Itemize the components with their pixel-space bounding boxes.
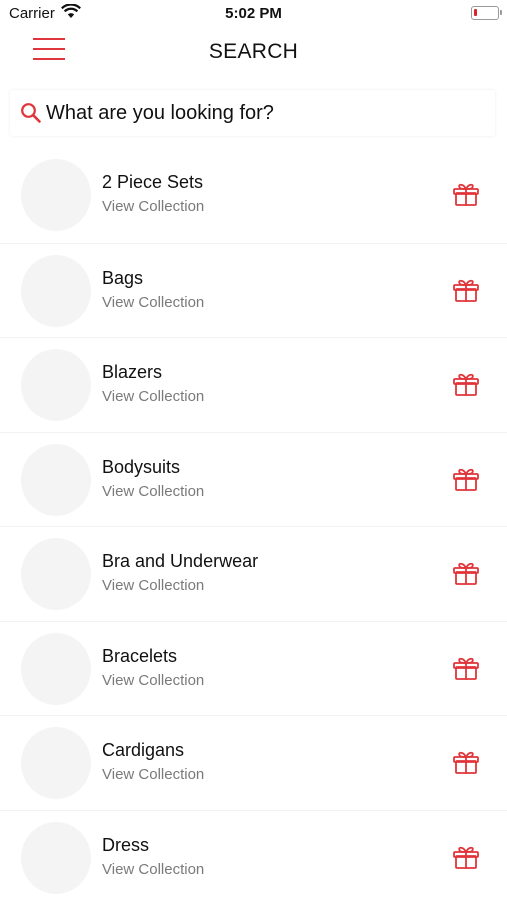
collection-list: 2 Piece Sets View Collection Bags View C… [0, 148, 507, 904]
collection-thumbnail [21, 538, 91, 610]
gift-box-icon[interactable] [452, 749, 480, 775]
search-bar[interactable] [10, 90, 495, 136]
collection-thumbnail [21, 159, 91, 231]
gift-box-icon[interactable] [452, 181, 480, 207]
collection-subtitle: View Collection [102, 672, 204, 689]
search-icon [20, 102, 42, 129]
collection-row[interactable]: Bracelets View Collection [0, 621, 507, 716]
collection-subtitle: View Collection [102, 294, 204, 311]
collection-name: Bra and Underwear [102, 551, 258, 572]
collection-name: Cardigans [102, 740, 184, 761]
collection-subtitle: View Collection [102, 766, 204, 783]
collection-row[interactable]: 2 Piece Sets View Collection [0, 148, 507, 243]
gift-box-icon[interactable] [452, 844, 480, 870]
collection-name: Blazers [102, 362, 162, 383]
collection-row[interactable]: Bags View Collection [0, 243, 507, 338]
collection-subtitle: View Collection [102, 198, 204, 215]
collection-name: Bracelets [102, 646, 177, 667]
collection-subtitle: View Collection [102, 861, 204, 878]
gift-box-icon[interactable] [452, 655, 480, 681]
collection-subtitle: View Collection [102, 577, 204, 594]
collection-thumbnail [21, 633, 91, 705]
collection-name: Bodysuits [102, 457, 180, 478]
collection-row[interactable]: Dress View Collection [0, 810, 507, 904]
collection-thumbnail [21, 349, 91, 421]
collection-subtitle: View Collection [102, 483, 204, 500]
gift-box-icon[interactable] [452, 371, 480, 397]
gift-box-icon[interactable] [452, 560, 480, 586]
clock: 5:02 PM [0, 5, 507, 22]
collection-row[interactable]: Cardigans View Collection [0, 715, 507, 810]
collection-row[interactable]: Blazers View Collection [0, 337, 507, 432]
collection-row[interactable]: Bra and Underwear View Collection [0, 526, 507, 621]
collection-thumbnail [21, 822, 91, 894]
collection-row[interactable]: Bodysuits View Collection [0, 432, 507, 527]
collection-thumbnail [21, 255, 91, 327]
status-bar: Carrier 5:02 PM [0, 0, 507, 28]
search-input[interactable] [46, 99, 486, 127]
collection-thumbnail [21, 444, 91, 516]
collection-subtitle: View Collection [102, 388, 204, 405]
battery-icon [471, 6, 499, 20]
gift-box-icon[interactable] [452, 466, 480, 492]
header: SEARCH [0, 28, 507, 78]
page-title: SEARCH [0, 40, 507, 64]
collection-name: 2 Piece Sets [102, 172, 203, 193]
collection-name: Dress [102, 835, 149, 856]
gift-box-icon[interactable] [452, 277, 480, 303]
collection-name: Bags [102, 268, 143, 289]
collection-thumbnail [21, 727, 91, 799]
